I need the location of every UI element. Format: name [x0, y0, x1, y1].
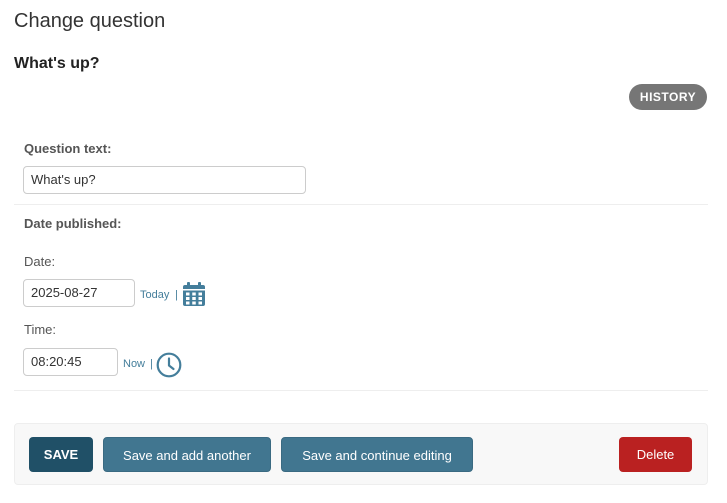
question-text-label: Question text:: [24, 141, 112, 156]
clock-icon[interactable]: [156, 352, 182, 378]
now-link[interactable]: Now: [123, 357, 145, 371]
question-text-input[interactable]: What's up?: [23, 166, 306, 194]
date-input[interactable]: 2025-08-27: [23, 279, 135, 307]
today-link[interactable]: Today: [140, 288, 169, 302]
date-published-label: Date published:: [24, 216, 122, 231]
submit-row: SAVE Save and add another Save and conti…: [14, 423, 708, 485]
calendar-icon[interactable]: [182, 282, 206, 307]
time-label: Time:: [24, 322, 57, 337]
save-and-add-another-button[interactable]: Save and add another: [103, 437, 271, 472]
page-title: Change question: [14, 10, 166, 32]
date-shortcut-separator: |: [175, 289, 178, 301]
date-label: Date:: [24, 254, 56, 269]
delete-button[interactable]: Delete: [619, 437, 692, 472]
time-shortcut-separator: |: [150, 358, 153, 370]
save-and-continue-editing-button[interactable]: Save and continue editing: [281, 437, 473, 472]
history-button[interactable]: HISTORY: [629, 84, 707, 110]
save-button[interactable]: SAVE: [29, 437, 93, 472]
time-input[interactable]: 08:20:45: [23, 348, 118, 376]
row-divider: [14, 204, 708, 205]
row-divider: [14, 390, 708, 391]
object-title: What's up?: [14, 55, 100, 72]
